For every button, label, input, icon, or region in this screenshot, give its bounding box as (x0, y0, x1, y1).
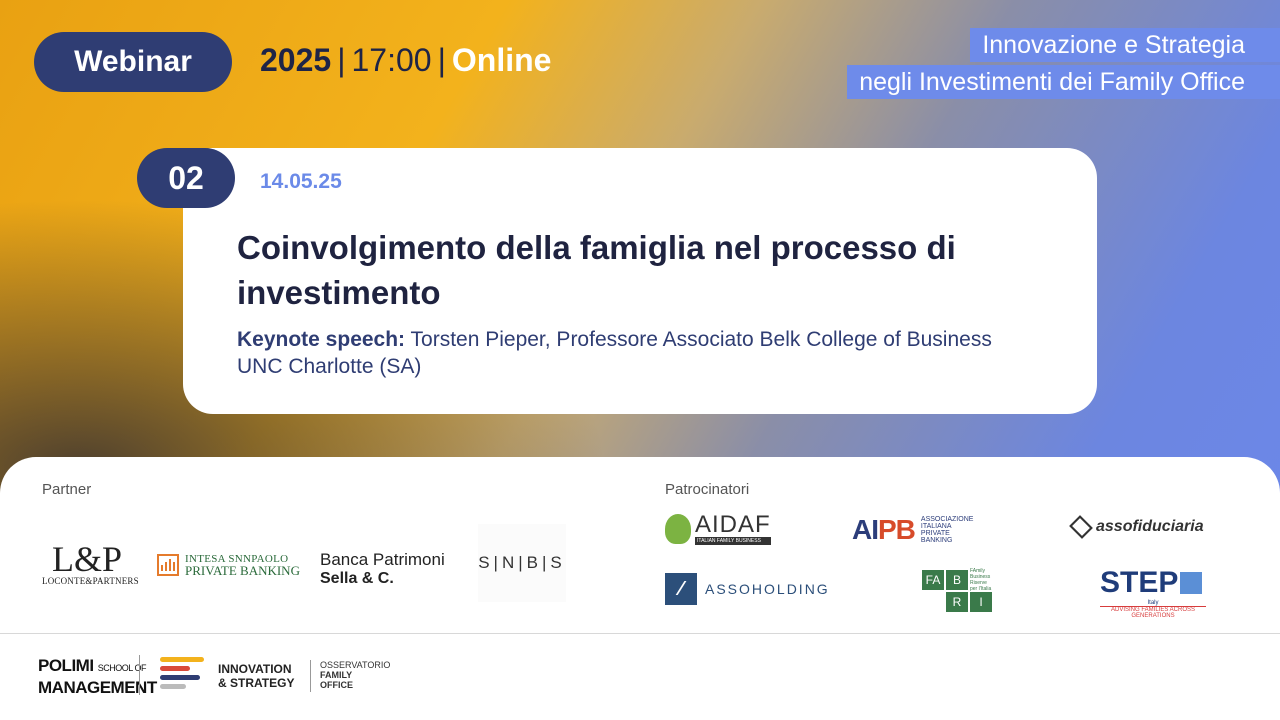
assofiduciaria-name: assofiduciaria (1096, 518, 1204, 535)
banca-patrimoni-sella-logo: Banca Patrimoni Sella & C. (320, 550, 445, 588)
session-title: Coinvolgimento della famiglia nel proces… (237, 229, 956, 311)
fabri-cell: B (946, 570, 968, 590)
event-meta: 2025 | 17:00 | Online (260, 42, 551, 79)
step-mark-icon (1180, 572, 1203, 594)
ofo-line1: OSSERVATORIO (320, 660, 391, 670)
innovation-strategy-mark-icon (160, 657, 208, 689)
osservatorio-family-office-logo: OSSERVATORIO FAMILY OFFICE (320, 660, 390, 690)
fabri-logo: FA B FAmily Business Riserve per l'Itali… (922, 568, 992, 612)
aidaf-name: AIDAF (695, 511, 771, 538)
aipb-mark-b: PB (878, 514, 916, 545)
sella-line2: Sella & C. (320, 570, 394, 587)
aipb-mark-a: AI (852, 514, 879, 545)
ofo-line3: OFFICE (320, 680, 353, 690)
event-time: 17:00 (351, 42, 432, 78)
aipb-sub: ITALIANA (920, 523, 952, 530)
fabri-cell: I (970, 592, 992, 612)
aidaf-logo: AIDAF ITALIAN FAMILY BUSINESS (665, 513, 771, 545)
footer-separator (139, 655, 140, 695)
aipb-sub: BANKING (920, 537, 953, 544)
partner-label: Partner (42, 481, 92, 498)
separator: | (337, 42, 346, 78)
event-year: 2025 (260, 42, 332, 78)
snbs-logo: S|N|B|S (478, 524, 566, 602)
session-number-badge: 02 (137, 148, 235, 208)
footer-divider (0, 633, 1280, 634)
step-name: STEP (1100, 566, 1179, 599)
fabri-empty (922, 592, 944, 612)
ofo-line2: FAMILY (320, 670, 353, 680)
assoholding-logo: ⁄ ASSOHOLDING (665, 573, 830, 605)
separator: | (437, 42, 446, 78)
intesa-mark-icon (157, 554, 179, 576)
polimi-line1: POLIMI (38, 656, 94, 675)
loconte-name: LOCONTE&PARTNERS (42, 576, 139, 586)
is-line2: & STRATEGY (218, 676, 295, 690)
assoholding-name: ASSOHOLDING (705, 581, 830, 597)
loconte-partners-logo: L&P LOCONTE&PARTNERS (42, 539, 139, 586)
webinar-pill: Webinar (34, 32, 232, 92)
sella-line1: Banca Patrimoni (320, 550, 445, 569)
step-italy-logo: STEP Italy ADVISING FAMILIES ACROSS GENE… (1100, 566, 1206, 619)
intesa-private-banking-logo: INTESA SNNPAOLO PRIVATE BANKING (157, 553, 300, 577)
fabri-cell: FA (922, 570, 944, 590)
assofiduciaria-mark-icon (1069, 515, 1093, 539)
tree-icon (665, 514, 691, 544)
fabri-cell: R (946, 592, 968, 612)
aipb-logo: AIPB ASSOCIAZIONE ITALIANA PRIVATE BANKI… (852, 514, 973, 546)
loconte-mark: L&P (51, 539, 122, 579)
keynote-label: Keynote speech: (237, 328, 406, 351)
keynote: Keynote speech: Torsten Pieper, Professo… (237, 326, 1037, 380)
sponsors-label: Patrocinatori (665, 481, 750, 498)
step-tagline: ADVISING FAMILIES ACROSS GENERATIONS (1100, 606, 1206, 619)
intesa-line2: PRIVATE BANKING (185, 563, 300, 578)
session-date: 14.05.25 (260, 170, 342, 193)
aipb-sub: ASSOCIAZIONE (920, 516, 974, 523)
assofiduciaria-logo: assofiduciaria (1068, 515, 1204, 539)
assoholding-mark-icon: ⁄ (665, 573, 697, 605)
aipb-sub: PRIVATE (920, 530, 950, 537)
series-title-line1: Innovazione e Strategia (970, 28, 1280, 62)
series-title-line2: negli Investimenti dei Family Office (847, 65, 1280, 99)
is-line1: INNOVATION (218, 662, 292, 676)
aidaf-tagline: ITALIAN FAMILY BUSINESS (695, 537, 771, 545)
innovation-strategy-logo: INNOVATION & STRATEGY (218, 662, 294, 690)
fabri-note: FAmily Business Riserve per l'Italia (970, 568, 992, 592)
footer-separator (310, 660, 311, 692)
event-mode: Online (451, 42, 552, 78)
